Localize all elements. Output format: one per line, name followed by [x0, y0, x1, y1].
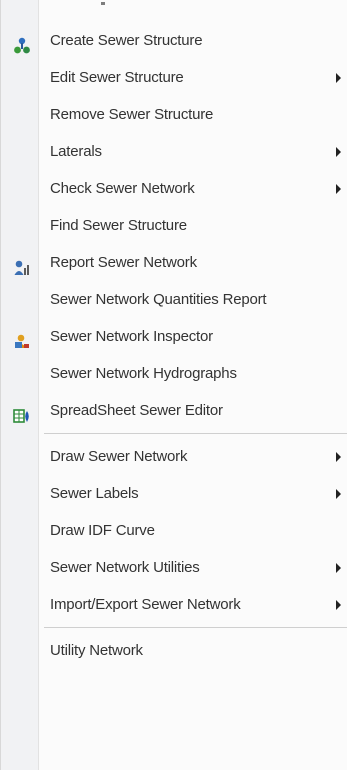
inspector-icon	[13, 328, 31, 348]
menu-item-label: Sewer Network Hydrographs	[50, 365, 237, 382]
menu-item-label: Sewer Network Inspector	[50, 328, 213, 345]
menu-item-find-sewer-structure[interactable]: Find Sewer Structure	[1, 207, 347, 244]
menu-item-label: Sewer Network Utilities	[50, 559, 200, 576]
submenu-arrow-icon	[336, 599, 341, 610]
menu-item-label: Report Sewer Network	[50, 254, 197, 271]
menu-item-label: Laterals	[50, 143, 102, 160]
menu-items: Create Sewer Structure Edit Sewer Struct…	[1, 22, 347, 669]
menu-item-label: Find Sewer Structure	[50, 217, 187, 234]
submenu-arrow-icon	[336, 451, 341, 462]
menu-separator	[44, 627, 347, 628]
menu-item-draw-sewer-network[interactable]: Draw Sewer Network	[1, 438, 347, 475]
spreadsheet-icon	[13, 402, 31, 423]
submenu-arrow-icon	[336, 72, 341, 83]
menu-item-label: SpreadSheet Sewer Editor	[50, 402, 223, 419]
menu-item-label: Create Sewer Structure	[50, 32, 203, 49]
menu-item-create-sewer-structure[interactable]: Create Sewer Structure	[1, 22, 347, 59]
menu-item-sewer-network-utilities[interactable]: Sewer Network Utilities	[1, 549, 347, 586]
report-icon	[13, 254, 31, 275]
menu-separator	[44, 433, 347, 434]
sewer-structure-icon	[13, 32, 31, 53]
menu-item-label: Draw Sewer Network	[50, 448, 188, 465]
menu-item-remove-sewer-structure[interactable]: Remove Sewer Structure	[1, 96, 347, 133]
menu-item-report-sewer-network[interactable]: Report Sewer Network	[1, 244, 347, 281]
menu-item-import-export-sewer-network[interactable]: Import/Export Sewer Network	[1, 586, 347, 623]
menu-item-spreadsheet-sewer-editor[interactable]: SpreadSheet Sewer Editor	[1, 392, 347, 429]
menu-item-check-sewer-network[interactable]: Check Sewer Network	[1, 170, 347, 207]
menu-item-label: Check Sewer Network	[50, 180, 195, 197]
submenu-arrow-icon	[336, 146, 341, 157]
menu-item-laterals[interactable]: Laterals	[1, 133, 347, 170]
previous-item-cutoff	[45, 0, 105, 8]
menu-item-label: Remove Sewer Structure	[50, 106, 214, 123]
menu-item-sewer-network-quantities-report[interactable]: Sewer Network Quantities Report	[1, 281, 347, 318]
submenu-arrow-icon	[336, 488, 341, 499]
submenu-arrow-icon	[336, 562, 341, 573]
menu-item-label: Edit Sewer Structure	[50, 69, 184, 86]
menu-item-draw-idf-curve[interactable]: Draw IDF Curve	[1, 512, 347, 549]
menu-item-sewer-network-inspector[interactable]: Sewer Network Inspector	[1, 318, 347, 355]
context-menu: Create Sewer Structure Edit Sewer Struct…	[0, 0, 347, 770]
menu-item-label: Import/Export Sewer Network	[50, 596, 241, 613]
menu-item-sewer-labels[interactable]: Sewer Labels	[1, 475, 347, 512]
menu-item-label: Utility Network	[50, 642, 143, 659]
menu-item-edit-sewer-structure[interactable]: Edit Sewer Structure	[1, 59, 347, 96]
menu-item-label: Sewer Labels	[50, 485, 139, 502]
submenu-arrow-icon	[336, 183, 341, 194]
menu-item-label: Sewer Network Quantities Report	[50, 291, 267, 308]
menu-item-utility-network[interactable]: Utility Network	[1, 632, 347, 669]
menu-item-label: Draw IDF Curve	[50, 522, 155, 539]
menu-item-sewer-network-hydrographs[interactable]: Sewer Network Hydrographs	[1, 355, 347, 392]
